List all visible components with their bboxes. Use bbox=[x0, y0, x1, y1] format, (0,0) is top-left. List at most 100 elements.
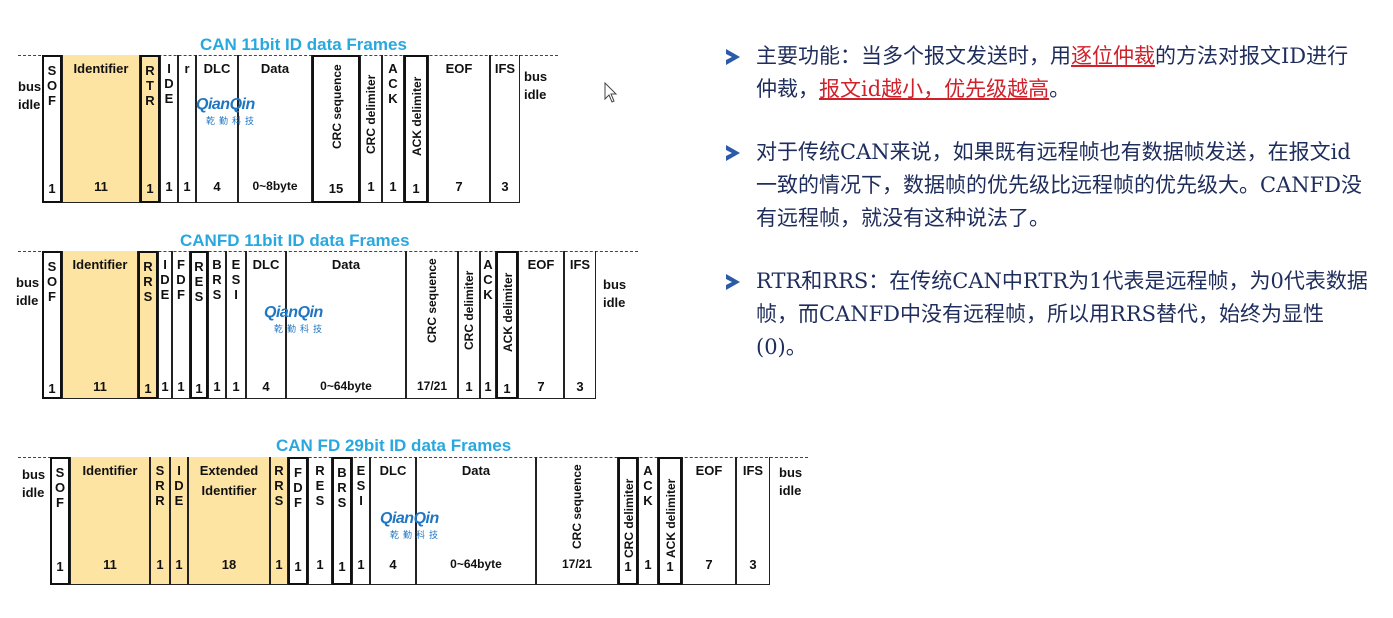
field-cell: CRC delimiter 1 bbox=[458, 251, 480, 399]
field-cell: Data 0~8byte bbox=[238, 55, 312, 203]
field-bit-count: 1 bbox=[156, 557, 164, 572]
bus-idle-left: bus idle bbox=[22, 467, 46, 500]
bus-idle-right: bus idle bbox=[524, 69, 548, 102]
field-cell: F D F 1 bbox=[172, 251, 190, 399]
field-bit-count: 1 bbox=[389, 179, 397, 194]
logo-cn: 乾勤科技 bbox=[274, 324, 327, 334]
field-cell: F D F 1 bbox=[288, 457, 308, 585]
logo-brand: QianQin bbox=[380, 510, 439, 527]
diagram-title: CANFD 11bit ID data Frames bbox=[180, 231, 410, 250]
bullet-text: 主要功能：当多个报文发送时，用 bbox=[756, 44, 1071, 68]
field-cell: I D E 1 bbox=[160, 55, 178, 203]
field-label: Identifier bbox=[73, 61, 129, 76]
field-label: CRC sequence bbox=[425, 258, 439, 343]
bullet-text: RTR和RRS：在传统CAN中RTR为1代表是远程帧，为0代表数据帧，而CANF… bbox=[756, 269, 1368, 359]
field-label: F D F bbox=[176, 257, 186, 302]
field-label: S R R bbox=[155, 463, 165, 508]
logo-brand: QianQin bbox=[196, 96, 255, 113]
field-bit-count: 1 bbox=[144, 381, 152, 396]
field-cell: EOF 7 bbox=[682, 457, 736, 585]
field-bit-count: 1 bbox=[213, 379, 221, 394]
field-cell: A C K 1 bbox=[382, 55, 404, 203]
field-bit-count: 1 bbox=[666, 559, 674, 574]
field-label: R E S bbox=[315, 463, 325, 508]
bullet-arbitration: 主要功能：当多个报文发送时，用逐位仲裁的方法对报文ID进行仲裁，报文id越小，优… bbox=[718, 40, 1368, 106]
field-bit-count: 15 bbox=[328, 181, 344, 196]
field-cell: E S I 1 bbox=[226, 251, 246, 399]
field-bit-count: 1 bbox=[503, 381, 511, 396]
field-bit-count: 1 bbox=[484, 379, 492, 394]
field-cell: S R R 1 bbox=[150, 457, 170, 585]
field-cell: CRC sequence 17/21 bbox=[406, 251, 458, 399]
field-cell: CRC sequence 15 bbox=[312, 55, 360, 203]
bullet-rtr-rrs: RTR和RRS：在传统CAN中RTR为1代表是远程帧，为0代表数据帧，而CANF… bbox=[718, 265, 1368, 364]
field-bit-count: 0~64byte bbox=[320, 379, 372, 393]
field-label: CRC sequence bbox=[570, 464, 584, 549]
field-bit-count: 1 bbox=[316, 557, 324, 572]
field-label: B R S bbox=[212, 257, 222, 302]
field-bit-count: 1 bbox=[56, 559, 64, 574]
field-label: S O F bbox=[46, 259, 58, 304]
field-cell: Extended Identifier 18 bbox=[188, 457, 270, 585]
field-bit-count: 4 bbox=[389, 557, 397, 572]
field-bit-count: 1 bbox=[146, 181, 154, 196]
bullet-list: 主要功能：当多个报文发送时，用逐位仲裁的方法对报文ID进行仲裁，报文id越小，优… bbox=[718, 40, 1368, 394]
field-bit-count: 3 bbox=[749, 557, 757, 572]
field-cell: IFS 3 bbox=[736, 457, 770, 585]
field-label: r bbox=[184, 61, 190, 76]
diagram-title: CAN FD 29bit ID data Frames bbox=[276, 436, 512, 455]
field-bit-count: 1 bbox=[177, 379, 185, 394]
field-cell: I D E 1 bbox=[158, 251, 172, 399]
field-label: I D E bbox=[164, 61, 174, 106]
field-label: ACK delimiter bbox=[664, 478, 678, 558]
field-label: EOF bbox=[527, 257, 555, 272]
field-bit-count: 7 bbox=[455, 179, 463, 194]
highlight-text: 报文id越小，优先级越高 bbox=[819, 77, 1050, 101]
bus-idle-right: bus idle bbox=[603, 277, 627, 310]
field-label: A C K bbox=[643, 463, 653, 508]
field-label: S O F bbox=[46, 63, 58, 108]
highlight-text: 逐位仲裁 bbox=[1071, 44, 1155, 68]
field-cell: B R S 1 bbox=[332, 457, 352, 585]
qianqin-logo-icon: QianQin 乾勤科技 bbox=[380, 510, 442, 541]
field-cell: EOF 7 bbox=[518, 251, 564, 399]
field-bit-count: 1 bbox=[275, 557, 283, 572]
field-label: Data bbox=[260, 61, 290, 76]
field-label: CRC delimiter bbox=[462, 270, 476, 350]
field-bit-count: 1 bbox=[48, 381, 56, 396]
field-cell: Identifier 11 bbox=[62, 55, 140, 203]
field-label: E S I bbox=[231, 257, 241, 302]
field-label: IFS bbox=[742, 463, 764, 478]
field-label: CRC sequence bbox=[330, 64, 344, 149]
qianqin-logo-icon: QianQin 乾勤科技 bbox=[264, 304, 326, 335]
field-label: IFS bbox=[569, 257, 591, 272]
field-label: R T R bbox=[145, 63, 155, 108]
qianqin-logo-icon: QianQin 乾勤科技 bbox=[196, 96, 258, 127]
field-cell: R R S 1 bbox=[270, 457, 288, 585]
field-bit-count: 1 bbox=[175, 557, 183, 572]
field-bit-count: 1 bbox=[195, 381, 203, 396]
field-cell: R E S 1 bbox=[308, 457, 332, 585]
field-bit-count: 3 bbox=[501, 179, 509, 194]
field-bit-count: 7 bbox=[705, 557, 713, 572]
field-label: Identifier bbox=[72, 257, 128, 272]
field-bit-count: 11 bbox=[93, 379, 107, 394]
field-bit-count: 1 bbox=[624, 559, 632, 574]
field-bit-count: 1 bbox=[183, 179, 191, 194]
field-label: IFS bbox=[494, 61, 516, 76]
bullet-text: 对于传统CAN来说，如果既有远程帧也有数据帧发送，在报文id一致的情况下，数据帧… bbox=[756, 140, 1363, 230]
field-label: Identifier bbox=[82, 463, 138, 478]
field-bit-count: 4 bbox=[262, 379, 270, 394]
field-bit-count: 18 bbox=[221, 557, 237, 572]
field-label: CRC delimiter bbox=[364, 74, 378, 154]
field-label: DLC bbox=[252, 257, 280, 272]
field-bit-count: 1 bbox=[48, 181, 56, 196]
field-label: A C K bbox=[388, 61, 398, 106]
field-label: B R S bbox=[337, 465, 347, 510]
field-cell: CRC delimiter 1 bbox=[618, 457, 638, 585]
field-bit-count: 1 bbox=[357, 557, 365, 572]
logo-brand: QianQin bbox=[264, 304, 323, 321]
arrow-bullet-icon bbox=[726, 274, 740, 290]
field-cell: R T R 1 bbox=[140, 55, 160, 203]
field-label: R R S bbox=[274, 463, 284, 508]
